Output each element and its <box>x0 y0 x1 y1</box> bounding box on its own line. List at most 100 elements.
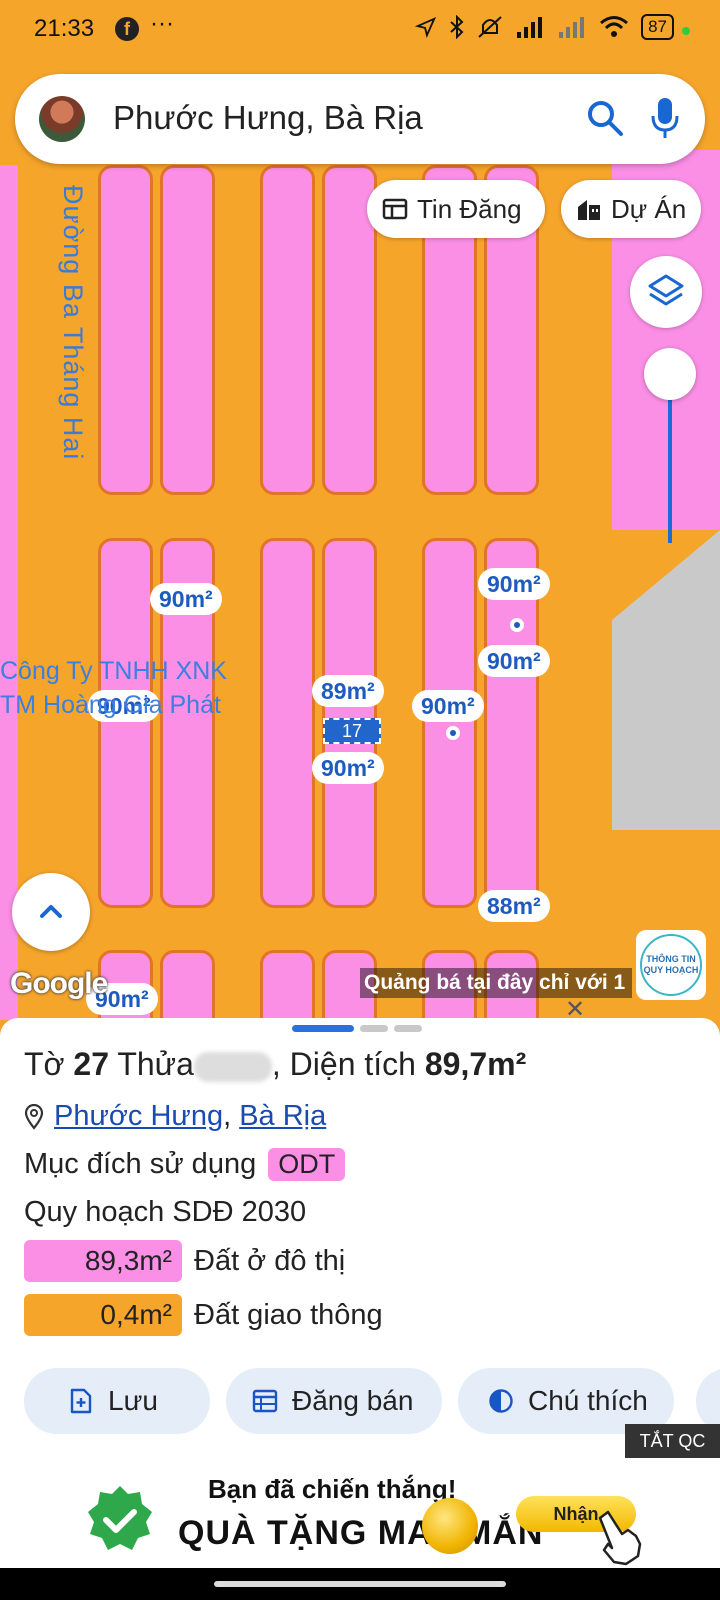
map-parcel[interactable] <box>260 165 315 495</box>
status-bar: 21:33 f ··· 87 <box>0 0 720 60</box>
bluetooth-icon <box>450 15 464 39</box>
area-tag: 89m² <box>312 675 384 707</box>
calendar-grid-icon <box>252 1389 278 1413</box>
city-link[interactable]: Bà Rịa <box>239 1100 326 1132</box>
status-time: 21:33 <box>34 15 95 42</box>
ad-banner[interactable]: Bạn đã chiến thắng! QUÀ TẶNG MAY MẮN Nhậ… <box>60 1468 660 1568</box>
area-tag: 88m² <box>478 890 550 922</box>
plan-title: Quy hoạch SDĐ 2030 <box>24 1196 307 1228</box>
area-tag: 90m² <box>312 752 384 784</box>
quy-hoach-logo: THÔNG TIN QUY HOẠCH <box>640 934 702 996</box>
wifi-icon <box>600 16 629 37</box>
legend-label: Chú thích <box>528 1385 648 1416</box>
tin-dang-label: Tin Đăng <box>417 193 522 224</box>
save-button[interactable]: Lưu <box>24 1368 210 1434</box>
app-root: Đường Ba Tháng Hai 90m² 90m² 90m² 89m² 9… <box>0 0 720 1600</box>
land-use-row: Mục đích sử dụng ODT <box>24 1148 346 1181</box>
selected-parcel-marker[interactable]: 17 <box>323 718 381 744</box>
legend-label: Đất giao thông <box>194 1298 383 1331</box>
map-parcel[interactable] <box>422 538 477 908</box>
map-parcel[interactable] <box>160 165 215 495</box>
status-icons: 87 <box>415 14 674 40</box>
opacity-slider-track[interactable] <box>668 375 672 543</box>
privacy-dot <box>682 27 690 35</box>
location-row: Phước Hưng, Bà Rịa <box>24 1100 326 1133</box>
turn-off-ads-button[interactable]: TẮT QC <box>625 1424 720 1458</box>
poi-label[interactable]: Công Ty TNHH XNK <box>0 656 227 687</box>
du-an-chip[interactable]: Dự Án <box>561 180 701 238</box>
map-parcel[interactable] <box>98 538 153 908</box>
ad-ticker[interactable]: Quảng bá tại đây chỉ với 1 <box>360 968 632 998</box>
map-parcel[interactable] <box>98 165 153 495</box>
ward-link[interactable]: Phước Hưng <box>54 1100 223 1132</box>
land-use-code-badge: ODT <box>268 1148 346 1181</box>
signal-2-icon <box>559 17 585 38</box>
map-parcel[interactable] <box>260 950 315 1020</box>
map-parcel[interactable] <box>260 538 315 908</box>
search-icon[interactable] <box>585 98 625 138</box>
google-logo: Google <box>10 967 108 1000</box>
expand-up-button[interactable] <box>12 873 90 951</box>
navigation-bar <box>0 1568 720 1600</box>
location-pin-icon <box>24 1103 44 1130</box>
road-name-label: Đường Ba Tháng Hai <box>58 185 88 461</box>
avatar[interactable] <box>39 96 85 142</box>
legend-value-box: 89,3m² <box>24 1240 182 1282</box>
redacted-parcel-number <box>193 1051 272 1082</box>
poi-label[interactable]: TM Hoàng Gia Phát <box>0 690 221 721</box>
search-input[interactable]: Phước Hưng, Bà Rịa <box>113 99 423 137</box>
close-ticker-icon[interactable]: ✕ <box>565 995 585 1020</box>
tin-dang-chip[interactable]: Tin Đăng <box>367 180 545 238</box>
du-an-label: Dự Án <box>611 193 687 224</box>
quy-hoach-badge[interactable]: THÔNG TIN QUY HOẠCH <box>636 930 706 1000</box>
chevron-up-icon <box>40 905 62 918</box>
legend-row: 0,4m² Đất giao thông <box>24 1294 383 1336</box>
to-value: 27 <box>73 1046 110 1082</box>
ad-subheadline: QUÀ TẶNG MAY MẮN <box>178 1514 544 1552</box>
legend-value-box: 0,4m² <box>24 1294 182 1336</box>
map-pin-dot[interactable] <box>510 618 524 632</box>
mute-icon <box>478 16 502 38</box>
pager-dot[interactable] <box>360 1025 388 1032</box>
badge-line2: QUY HOẠCH <box>643 965 699 975</box>
battery-indicator: 87 <box>641 14 674 40</box>
layers-icon <box>648 274 684 306</box>
area-value: 89,7m² <box>424 1046 527 1082</box>
more-notifications-icon: ··· <box>150 10 174 37</box>
save-label: Lưu <box>108 1385 158 1416</box>
badge-line1: THÔNG TIN <box>646 954 696 964</box>
home-gesture-handle[interactable] <box>214 1581 506 1587</box>
sheet-pager[interactable] <box>292 1025 422 1032</box>
thua-label: Thửa <box>117 1046 194 1082</box>
facebook-icon: f <box>115 17 139 41</box>
pointing-hand-icon <box>598 1510 642 1566</box>
gold-coin-icon <box>422 1498 478 1554</box>
to-label: Tờ <box>24 1046 65 1082</box>
area-label: , Diện tích <box>271 1046 416 1082</box>
listing-icon <box>382 198 408 220</box>
legend-row: 89,3m² Đất ở đô thị <box>24 1240 345 1282</box>
map-pin-dot[interactable] <box>446 726 460 740</box>
verified-check-icon <box>88 1486 152 1550</box>
area-tag: 90m² <box>150 583 222 615</box>
area-tag: 90m² <box>478 568 550 600</box>
post-sale-button[interactable]: Đăng bán <box>226 1368 442 1434</box>
map-parcel[interactable] <box>160 950 215 1020</box>
pager-dot[interactable] <box>292 1025 354 1032</box>
legend-label: Đất ở đô thị <box>194 1244 346 1277</box>
opacity-slider-thumb[interactable] <box>644 348 696 400</box>
building-icon <box>578 200 600 220</box>
add-file-icon <box>70 1388 92 1414</box>
planning-map[interactable]: Đường Ba Tháng Hai 90m² 90m² 90m² 89m² 9… <box>0 0 720 1020</box>
layers-button[interactable] <box>630 256 702 328</box>
location-arrow-icon <box>415 16 437 38</box>
post-sale-label: Đăng bán <box>292 1385 414 1416</box>
signal-icon <box>517 17 543 38</box>
purpose-label: Mục đích sử dụng <box>24 1148 257 1180</box>
microphone-icon[interactable] <box>649 94 681 142</box>
search-bar[interactable]: Phước Hưng, Bà Rịa <box>15 74 705 164</box>
action-buttons: Lưu Đăng bán Chú thích <box>24 1368 674 1434</box>
parcel-title: Tờ 27 Thửa , Diện tích 89,7m² <box>24 1046 526 1083</box>
pager-dot[interactable] <box>394 1025 422 1032</box>
area-tag: 90m² <box>412 690 484 722</box>
